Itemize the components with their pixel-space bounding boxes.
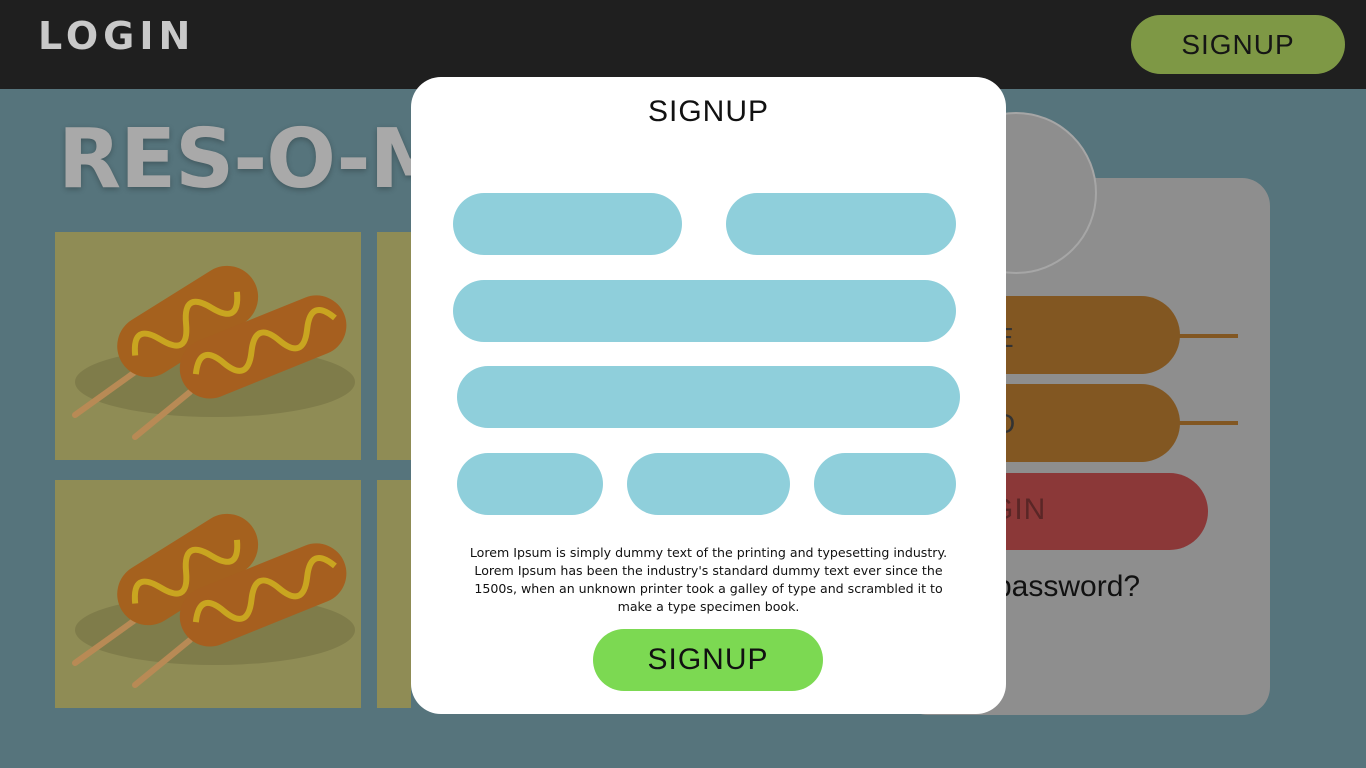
email-input[interactable]	[453, 280, 956, 342]
header-signup-button[interactable]: SIGNUP	[1131, 15, 1345, 74]
food-image-tile	[377, 480, 411, 708]
field-stick-decoration	[1178, 421, 1238, 425]
month-input[interactable]	[627, 453, 790, 515]
first-name-input[interactable]	[453, 193, 682, 255]
food-image-tile	[377, 232, 411, 460]
password-input[interactable]	[457, 366, 960, 428]
last-name-input[interactable]	[726, 193, 956, 255]
signup-modal: SIGNUP Lorem Ipsum is simply dummy text …	[411, 77, 1006, 714]
top-bar: LOGIN SIGNUP	[0, 0, 1366, 89]
terms-description: Lorem Ipsum is simply dummy text of the …	[469, 545, 948, 614]
day-input[interactable]	[457, 453, 603, 515]
brand-title: RES-O-M	[58, 112, 451, 207]
modal-title: SIGNUP	[647, 95, 770, 128]
food-image-tile	[55, 480, 361, 708]
year-input[interactable]	[814, 453, 956, 515]
field-stick-decoration	[1178, 334, 1238, 338]
signup-submit-button[interactable]: SIGNUP	[593, 629, 823, 691]
corn-dog-icon	[72, 513, 355, 688]
food-image-tile	[55, 232, 361, 460]
forgot-password-link[interactable]: password?	[995, 570, 1140, 604]
login-tab-label[interactable]: LOGIN	[38, 14, 195, 58]
corn-dog-icon	[72, 265, 355, 440]
